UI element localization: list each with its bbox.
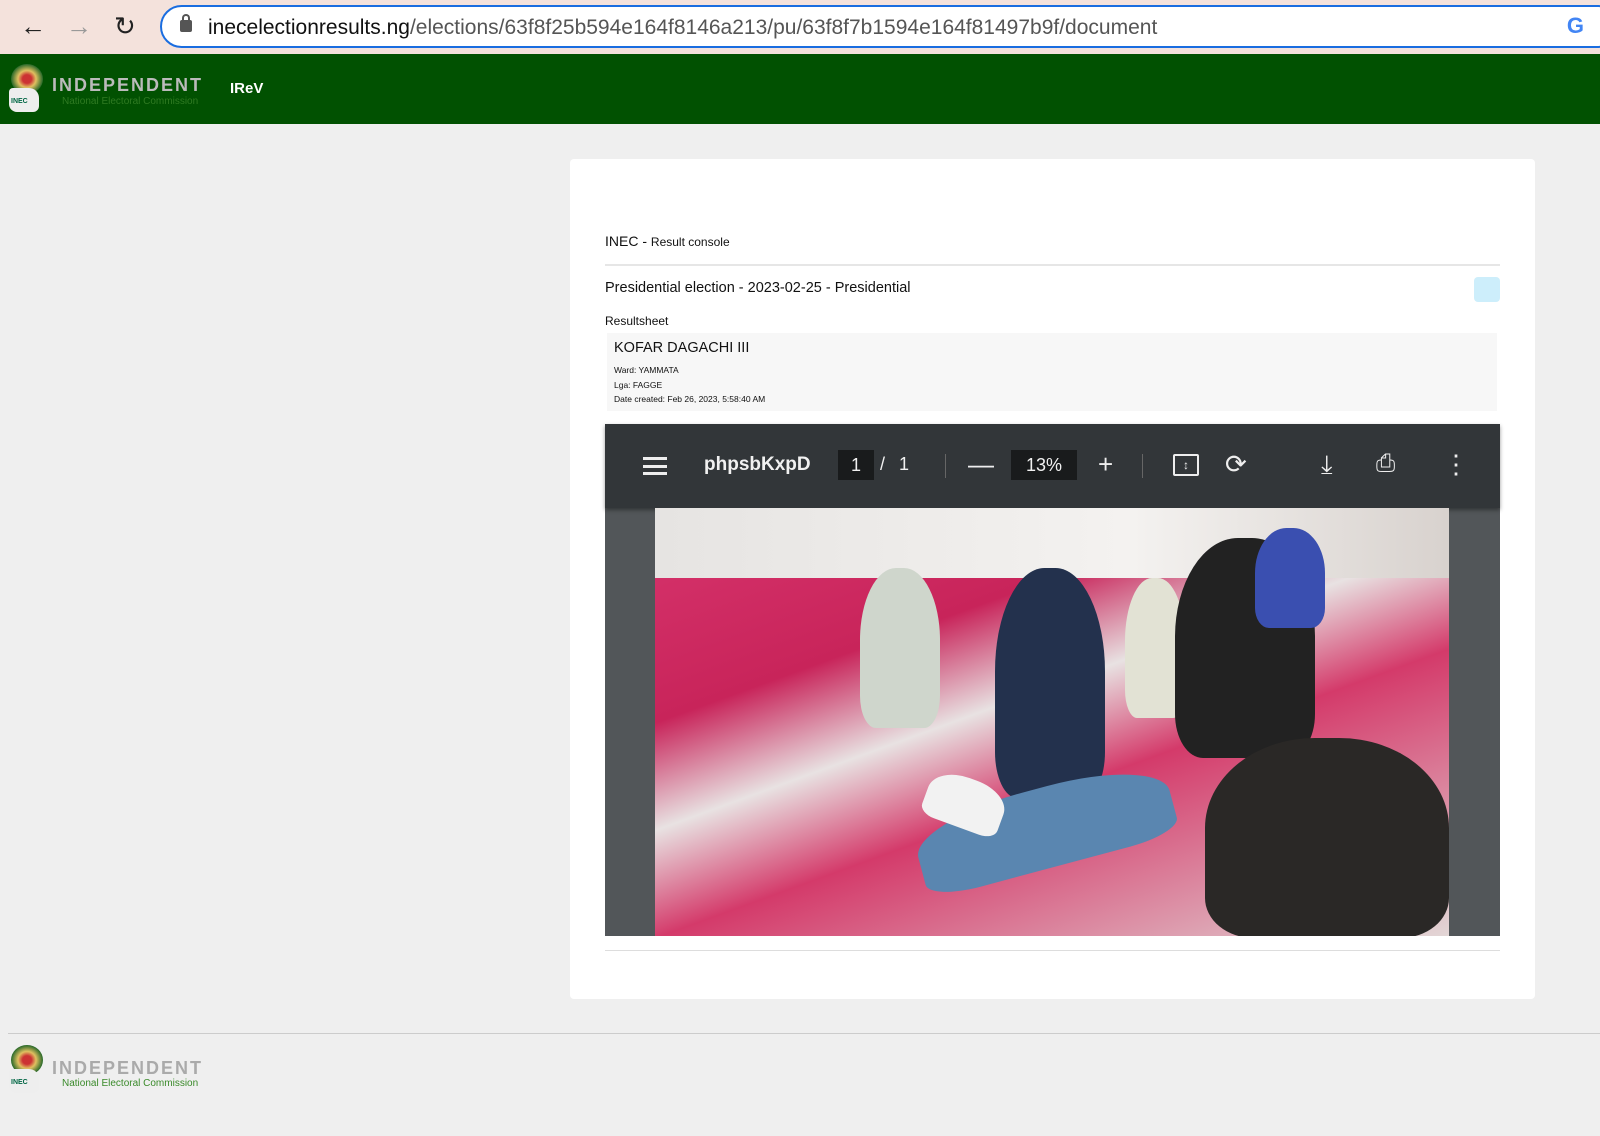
pdf-filename: phpsbKxpD <box>704 454 811 475</box>
download-icon[interactable]: ⤓ <box>1321 448 1333 480</box>
menu-icon[interactable] <box>643 457 667 475</box>
fit-page-icon[interactable]: ↕ <box>1173 454 1199 476</box>
status-chip[interactable] <box>1474 277 1500 302</box>
polling-unit-info: KOFAR DAGACHI III Ward: YAMMATA Lga: FAG… <box>607 333 1497 411</box>
print-icon[interactable]: ⎙ <box>1376 448 1395 480</box>
lga: Lga: FAGGE <box>614 379 663 390</box>
google-icon[interactable]: G <box>1567 13 1584 39</box>
page-number-input[interactable]: 1 <box>838 450 874 480</box>
divider <box>945 454 946 478</box>
brand-subtitle: National Electoral Commission <box>62 96 199 107</box>
address-bar[interactable]: inecelectionresults.ng/elections/63f8f25… <box>160 5 1600 48</box>
zoom-in-icon[interactable]: + <box>1098 448 1113 480</box>
lock-icon <box>180 14 192 32</box>
url-text: inecelectionresults.ng/elections/63f8f25… <box>208 16 1158 39</box>
more-options-icon[interactable]: ⋮ <box>1443 448 1469 480</box>
reload-button[interactable]: ↻ <box>114 10 136 42</box>
inec-logo[interactable]: INEC <box>9 64 45 114</box>
pdf-viewer: phpsbKxpD 1 / 1 — 13% + ↕ ⟳ ⤓ ⎙ ⋮ <box>605 424 1500 936</box>
forward-button[interactable]: → <box>66 10 92 42</box>
back-button[interactable]: ← <box>20 10 46 42</box>
divider <box>605 950 1500 951</box>
zoom-out-icon[interactable]: — <box>968 448 994 480</box>
polling-unit-name: KOFAR DAGACHI III <box>614 340 750 356</box>
browser-toolbar: ← → ↻ inecelectionresults.ng/elections/6… <box>0 0 1600 54</box>
footer-logo: INEC <box>9 1045 45 1095</box>
brand-name: INDEPENDENT <box>52 75 204 95</box>
page-separator: / <box>880 454 886 474</box>
pdf-toolbar: phpsbKxpD 1 / 1 — 13% + ↕ ⟳ ⤓ ⎙ ⋮ <box>605 424 1500 508</box>
election-title: Presidential election - 2023-02-25 - Pre… <box>605 280 911 296</box>
nav-irev[interactable]: IReV <box>230 80 263 97</box>
page-total: 1 <box>899 454 910 474</box>
site-header: INEC INDEPENDENT National Electoral Comm… <box>0 54 1600 124</box>
section-label: Resultsheet <box>605 314 669 328</box>
rotate-icon[interactable]: ⟳ <box>1225 448 1247 480</box>
console-title: INEC - Result console <box>605 233 730 249</box>
zoom-level-input[interactable]: 13% <box>1011 450 1077 480</box>
footer-divider <box>8 1033 1600 1034</box>
result-card: INEC - Result console Presidential elect… <box>570 159 1535 999</box>
footer-brand: INDEPENDENT <box>52 1058 204 1078</box>
document-photo <box>655 508 1449 936</box>
divider <box>1142 454 1143 478</box>
date-created: Date created: Feb 26, 2023, 5:58:40 AM <box>614 394 766 404</box>
footer-subtitle: National Electoral Commission <box>62 1078 199 1089</box>
divider <box>605 264 1500 266</box>
ward: Ward: YAMMATA <box>614 365 679 375</box>
